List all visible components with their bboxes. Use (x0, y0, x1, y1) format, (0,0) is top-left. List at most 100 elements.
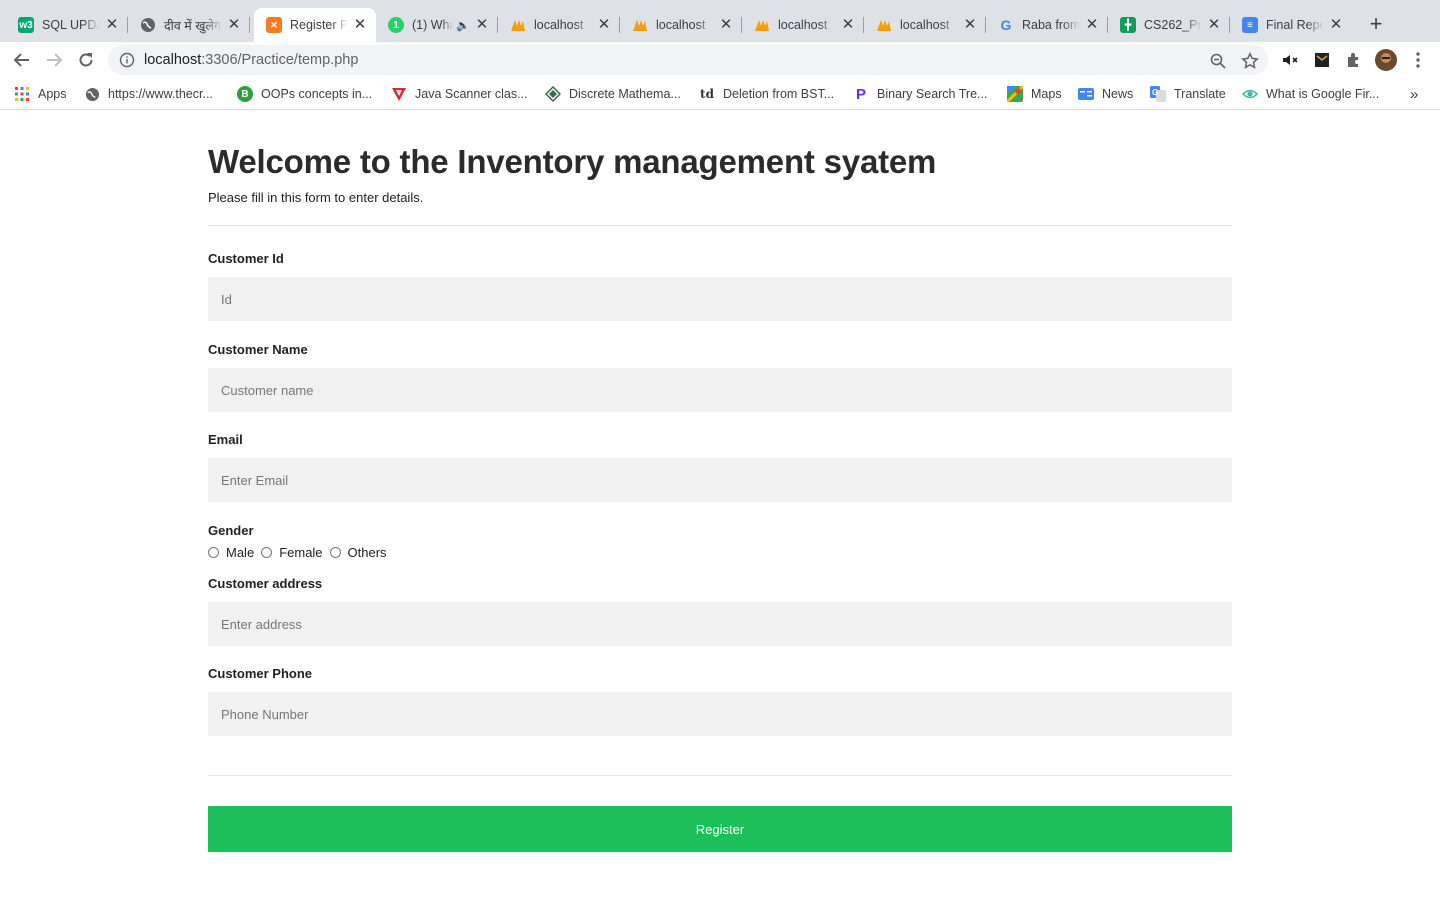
divider (208, 225, 1232, 226)
url-text[interactable]: localhost:3306/Practice/temp.php (144, 52, 358, 68)
email-input[interactable] (208, 458, 1232, 502)
tab-title: localhost (900, 18, 950, 32)
reload-icon (79, 53, 93, 67)
phpmyadmin-icon (632, 17, 648, 33)
tab-localhost-3[interactable]: localhost ✕ (742, 8, 864, 42)
bookmark-discrete-math[interactable]: Discrete Mathema... (545, 85, 681, 103)
xampp-icon: ⨯ (266, 17, 282, 33)
tutorial-icon (391, 86, 407, 102)
back-button[interactable] (10, 48, 34, 72)
page-subtitle: Please fill in this form to enter detail… (208, 190, 424, 205)
chevron-double-right-icon[interactable]: » (1410, 85, 1418, 103)
register-button[interactable]: Register (208, 806, 1232, 852)
close-icon[interactable]: ✕ (1084, 17, 1100, 33)
tab-register-form[interactable]: ⨯ Register Form ✕ (254, 8, 376, 42)
tab-sheets[interactable]: ╋ CS262_Project ✕ (1108, 8, 1230, 42)
globe-icon (84, 86, 100, 102)
reload-button[interactable] (74, 48, 98, 72)
close-icon[interactable]: ✕ (596, 17, 612, 33)
bookmark-deletion-bst[interactable]: td Deletion from BST... (699, 85, 834, 103)
svg-text:G: G (1152, 88, 1158, 97)
customer-name-input[interactable] (208, 368, 1232, 412)
close-icon[interactable]: ✕ (1206, 17, 1222, 33)
menu-icon[interactable] (1406, 48, 1430, 72)
close-icon[interactable]: ✕ (1328, 17, 1344, 33)
puzzle-icon[interactable] (1342, 48, 1366, 72)
tab-title: localhost (656, 18, 706, 32)
google-icon: G (1000, 17, 1012, 33)
customer-id-input[interactable] (208, 277, 1232, 321)
tab-title: localhost (534, 18, 584, 32)
bookmark-google-firebase[interactable]: What is Google Fir... (1242, 85, 1379, 103)
eye-icon (1242, 86, 1258, 102)
female-radio[interactable] (261, 547, 273, 558)
td-icon: td (700, 87, 714, 101)
star-icon[interactable] (1240, 51, 1260, 71)
bookmark-news[interactable]: News (1078, 85, 1133, 103)
customer-phone-label: Customer Phone (208, 666, 313, 681)
gender-option-others[interactable]: Others (329, 545, 387, 560)
email-label: Email (208, 432, 243, 447)
mute-icon[interactable] (1278, 48, 1302, 72)
gender-option-male[interactable]: Male (208, 545, 254, 560)
zoom-icon[interactable] (1208, 51, 1228, 71)
tab-title: (1) WhatsApp (412, 18, 455, 32)
close-icon[interactable]: ✕ (352, 17, 368, 33)
gender-option-female[interactable]: Female (261, 545, 323, 560)
whatsapp-icon: 1 (388, 17, 404, 33)
close-icon[interactable]: ✕ (226, 17, 242, 33)
tab-google-search[interactable]: G Raba from ✕ (986, 8, 1108, 42)
w3schools-icon: w3 (18, 17, 34, 33)
info-icon[interactable] (119, 52, 135, 68)
new-tab-button[interactable]: + (1364, 13, 1388, 37)
speaker-icon[interactable]: 🔈 (456, 19, 470, 32)
customer-id-label: Customer Id (208, 251, 284, 266)
tab-title: SQL UPDATE (42, 18, 100, 32)
close-icon[interactable]: ✕ (962, 17, 978, 33)
registration-form: Welcome to the Inventory management syat… (208, 111, 1232, 852)
bookmark-binary-search-tree[interactable]: P Binary Search Tre... (853, 85, 987, 103)
tab-docs[interactable]: ≡ Final Report ✕ (1230, 8, 1352, 42)
close-icon[interactable]: ✕ (840, 17, 856, 33)
others-radio[interactable] (329, 547, 341, 558)
tab-title: दीव में खुलेगा (164, 18, 222, 33)
bookmark-translate[interactable]: G Translate (1150, 85, 1226, 103)
male-radio[interactable] (208, 547, 219, 558)
tab-title: Final Report (1266, 18, 1324, 32)
bookmark-thecrazyprogrammer[interactable]: https://www.thecr... (84, 85, 213, 103)
translate-icon: G (1150, 86, 1166, 102)
tab-localhost-2[interactable]: localhost ✕ (620, 8, 742, 42)
bookmark-oops-concepts[interactable]: B OOPs concepts in... (237, 85, 372, 103)
page-title: Welcome to the Inventory management syat… (208, 143, 937, 180)
arrow-left-icon (13, 53, 29, 67)
phpmyadmin-icon (510, 17, 526, 33)
bookmark-java-scanner[interactable]: Java Scanner clas... (391, 85, 528, 103)
extension-icon[interactable] (1310, 48, 1334, 72)
close-icon[interactable]: ✕ (474, 17, 490, 33)
tab-localhost-1[interactable]: localhost ✕ (498, 8, 620, 42)
apps-grid-icon (14, 86, 30, 102)
forward-button[interactable] (42, 48, 66, 72)
tab-localhost-4[interactable]: localhost ✕ (864, 8, 986, 42)
bookmark-apps[interactable]: Apps (14, 85, 67, 103)
bookmarks-bar: Apps https://www.thecr... B OOPs concept… (0, 78, 1440, 110)
tab-news-hindi[interactable]: दीव में खुलेगा ✕ (128, 8, 250, 42)
phpmyadmin-icon (876, 17, 892, 33)
tab-sql-update[interactable]: w3 SQL UPDATE ✕ (6, 8, 128, 42)
arrow-right-icon (47, 53, 63, 67)
tab-title: Raba from (1022, 18, 1080, 32)
close-icon[interactable]: ✕ (718, 17, 734, 33)
tab-whatsapp[interactable]: 1 (1) WhatsApp 🔈 ✕ (376, 8, 498, 42)
globe-icon (140, 17, 156, 33)
customer-address-input[interactable] (208, 602, 1232, 646)
divider (208, 775, 1232, 776)
avatar[interactable] (1374, 48, 1398, 72)
b-icon: B (237, 86, 253, 102)
bookmark-maps[interactable]: Maps (1007, 85, 1062, 103)
tab-title: localhost (778, 18, 828, 32)
close-icon[interactable]: ✕ (104, 17, 120, 33)
gender-radio-group: Male Female Others (208, 545, 1232, 560)
customer-phone-input[interactable] (208, 692, 1232, 736)
gender-label: Gender (208, 523, 254, 538)
address-bar[interactable]: localhost:3306/Practice/temp.php (108, 45, 1268, 75)
